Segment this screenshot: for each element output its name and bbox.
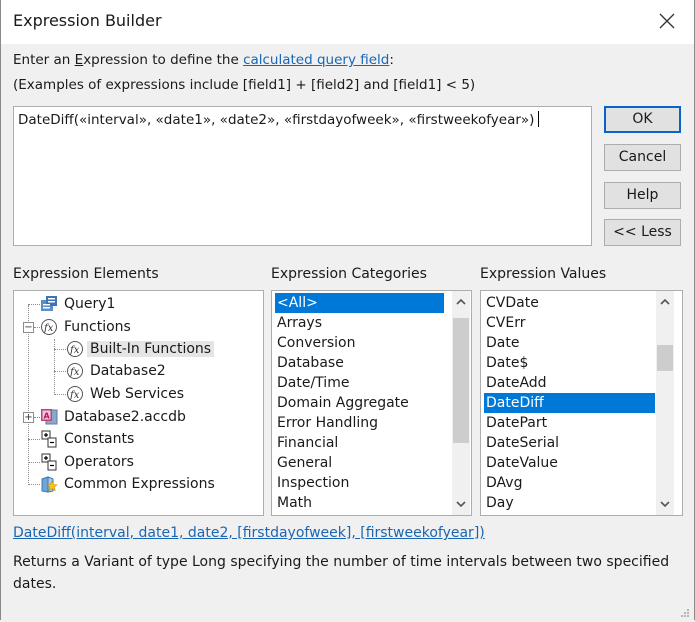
tree-item-operators[interactable]: Operators (40, 451, 137, 473)
text-caret (538, 111, 540, 127)
tree-item-label: Database2 (90, 363, 166, 379)
function-icon: fx (66, 362, 84, 380)
value-item-datediff[interactable]: DateDiff (484, 393, 655, 413)
tree-line (28, 439, 40, 440)
svg-text:fx: fx (69, 367, 80, 378)
svg-text:fx: fx (69, 390, 80, 401)
tree-item-label: Web Services (90, 386, 185, 402)
category-item-all[interactable]: <All> (275, 293, 444, 313)
value-item[interactable]: Date$ (484, 353, 528, 373)
scroll-thumb[interactable] (657, 345, 673, 371)
category-item[interactable]: Conversion (275, 333, 356, 353)
examples-text: (Examples of expressions include [field1… (13, 77, 476, 93)
collapse-icon[interactable]: − (23, 322, 34, 333)
tree-item-web-services[interactable]: fx Web Services (66, 383, 187, 405)
tree-item-label: Operators (64, 454, 134, 470)
title-bar: Expression Builder (1, 0, 694, 44)
instruction-text: Enter an Expression to define the calcul… (13, 52, 394, 68)
function-icon: fx (40, 318, 58, 336)
value-item[interactable]: DatePart (484, 413, 547, 433)
svg-text:A: A (44, 412, 51, 421)
scroll-up-icon[interactable] (452, 293, 470, 311)
value-item[interactable]: CVErr (484, 313, 525, 333)
expression-elements-tree[interactable]: − + Query1 fx Functions fx Built-In Func… (13, 290, 264, 516)
category-item[interactable]: Financial (275, 433, 338, 453)
function-syntax-link[interactable]: DateDiff(interval, date1, date2, [firstd… (13, 525, 485, 541)
category-item[interactable]: Arrays (275, 313, 322, 333)
value-item[interactable]: Date (484, 333, 519, 353)
value-item[interactable]: CVDate (484, 293, 539, 313)
tree-item-query1[interactable]: Query1 (40, 293, 118, 315)
function-icon: fx (66, 340, 84, 358)
categories-scrollbar[interactable] (452, 291, 470, 515)
expression-values-header: Expression Values (480, 266, 607, 282)
category-item[interactable]: Database (275, 353, 344, 373)
tree-item-label: Common Expressions (64, 476, 215, 492)
category-item[interactable]: Domain Aggregate (275, 393, 409, 413)
expression-input[interactable]: DateDiff(«interval», «date1», «date2», «… (13, 106, 592, 246)
tree-item-constants[interactable]: Constants (40, 428, 137, 450)
tree-item-database2[interactable]: fx Database2 (66, 360, 169, 382)
tree-line (54, 371, 66, 372)
svg-text:fx: fx (69, 345, 80, 356)
scroll-thumb[interactable] (453, 318, 469, 443)
less-button[interactable]: << Less (604, 219, 681, 246)
value-item[interactable]: DateAdd (484, 373, 547, 393)
expression-values-list[interactable]: CVDate CVErr Date Date$ DateAdd DateDiff… (480, 290, 683, 516)
expand-icon[interactable]: + (23, 412, 34, 423)
expression-text: DateDiff(«interval», «date1», «date2», «… (18, 112, 535, 128)
function-icon: fx (66, 385, 84, 403)
instruction-prefix: Enter an (13, 52, 75, 68)
scroll-down-icon[interactable] (452, 495, 470, 513)
value-item[interactable]: Day (484, 493, 514, 513)
instruction-suffix: : (389, 52, 394, 68)
values-scrollbar[interactable] (656, 291, 674, 515)
common-expressions-icon (40, 475, 58, 493)
scroll-down-icon[interactable] (656, 495, 674, 513)
constants-icon (40, 430, 58, 448)
operators-icon (40, 453, 58, 471)
resize-grip-icon[interactable] (680, 606, 690, 617)
tree-line (54, 339, 55, 395)
svg-text:fx: fx (43, 323, 54, 334)
help-button[interactable]: Help (604, 182, 681, 209)
instruction-accelerator: E (74, 52, 84, 68)
calculated-query-field-link[interactable]: calculated query field (243, 52, 389, 68)
value-item[interactable]: DateValue (484, 453, 558, 473)
category-item[interactable]: Error Handling (275, 413, 378, 433)
category-item[interactable]: General (275, 453, 332, 473)
tree-item-common-expressions[interactable]: Common Expressions (40, 473, 218, 495)
expression-elements-header: Expression Elements (13, 266, 159, 282)
tree-item-functions[interactable]: fx Functions (40, 316, 134, 338)
ok-button[interactable]: OK (604, 106, 681, 133)
tree-item-label: Built-In Functions (87, 341, 215, 357)
category-item[interactable]: Math (275, 493, 312, 513)
tree-line (54, 394, 66, 395)
expression-builder-dialog: Expression Builder Enter an Expression t… (0, 0, 695, 620)
category-item[interactable]: Inspection (275, 473, 349, 493)
tree-item-built-in-functions[interactable]: fx Built-In Functions (66, 338, 215, 360)
tree-item-label: Functions (64, 319, 131, 335)
expression-categories-header: Expression Categories (271, 266, 427, 282)
function-description: Returns a Variant of type Long specifyin… (13, 554, 670, 592)
value-item[interactable]: DateSerial (484, 433, 559, 453)
access-database-icon: A (40, 408, 58, 426)
tree-item-label: Database2.accdb (64, 409, 186, 425)
instruction-middle: xpression to define the (83, 52, 244, 68)
expression-categories-list[interactable]: <All> Arrays Conversion Database Date/Ti… (271, 290, 472, 516)
close-icon[interactable] (654, 8, 680, 34)
scroll-up-icon[interactable] (656, 293, 674, 311)
tree-item-label: Constants (64, 431, 135, 447)
category-item[interactable]: Date/Time (275, 373, 349, 393)
tree-item-label: Query1 (64, 296, 116, 312)
tree-line (28, 484, 40, 485)
cancel-button[interactable]: Cancel (604, 144, 681, 171)
tree-line (28, 462, 40, 463)
tree-line (28, 304, 40, 305)
value-item[interactable]: DAvg (484, 473, 522, 493)
dialog-title: Expression Builder (13, 11, 162, 30)
tree-line (54, 349, 66, 350)
query-icon (40, 295, 58, 313)
tree-item-database2-accdb[interactable]: A Database2.accdb (40, 406, 189, 428)
